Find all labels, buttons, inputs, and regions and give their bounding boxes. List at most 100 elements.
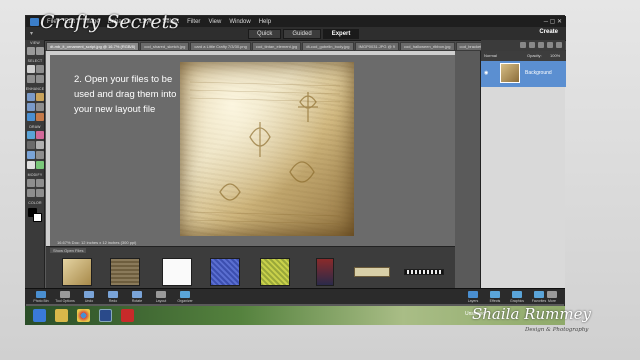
photo-bin-icon xyxy=(36,291,46,298)
doc-tab[interactable]: IMGP0031.JPG @ 9 xyxy=(354,42,400,51)
layout-button[interactable]: Layout xyxy=(149,290,173,304)
move-tool-icon[interactable] xyxy=(27,65,35,73)
ruler-vertical xyxy=(46,51,50,247)
thumbnail-label-banner[interactable] xyxy=(354,267,390,277)
panel-group-icon[interactable] xyxy=(529,42,535,48)
pencil-tool-icon[interactable] xyxy=(36,161,44,169)
photo-bin-button[interactable]: Photo Bin xyxy=(29,290,53,304)
layers-button[interactable]: Layers xyxy=(461,290,485,304)
thumbnail-vintage-paper[interactable] xyxy=(62,258,92,286)
photoshop-elements-icon[interactable] xyxy=(99,309,112,322)
eraser-tool-icon[interactable] xyxy=(36,131,44,139)
menu-help[interactable]: Help xyxy=(259,19,271,25)
gradient-tool-icon[interactable] xyxy=(36,141,44,149)
photo-bin-label: Photo Bin xyxy=(33,299,49,303)
lasso-tool-icon[interactable] xyxy=(27,75,35,83)
ie-icon[interactable] xyxy=(33,309,46,322)
undo-button[interactable]: Undo xyxy=(77,290,101,304)
photo-bin-dropdown[interactable]: Show Open Files xyxy=(50,248,87,253)
straighten-tool-icon[interactable] xyxy=(36,189,44,197)
effects-button[interactable]: Effects xyxy=(483,290,507,304)
sponge-tool-icon[interactable] xyxy=(36,113,44,121)
doc-tab[interactable]: dt-cod_gobelin_body.jpg xyxy=(302,42,354,51)
type-tool-icon[interactable] xyxy=(27,161,35,169)
toolbox-section-color: COLOR xyxy=(28,201,42,205)
menu-filter[interactable]: Filter xyxy=(187,19,200,25)
panel-trash-icon[interactable] xyxy=(556,42,562,48)
doc-tab[interactable]: card a Little Crafty 7/3/30.png xyxy=(190,42,251,51)
document-canvas-vintage-paper[interactable] xyxy=(180,62,354,236)
zoom-status: 16.67% Doc: 12 inches x 12 inches (300 p… xyxy=(57,240,137,245)
doc-tab[interactable]: dt-mb_it_ornament_script.jpg @ 16.7% (RG… xyxy=(46,42,140,51)
panel-new-layer-icon[interactable] xyxy=(520,42,526,48)
tab-quick[interactable]: Quick xyxy=(248,29,282,39)
eyedropper-tool-icon[interactable] xyxy=(36,151,44,159)
panel-lock-icon[interactable] xyxy=(547,42,553,48)
window-controls[interactable]: ─ ▢ ✕ xyxy=(544,18,562,25)
background-color-swatch[interactable] xyxy=(33,213,42,222)
redo-button[interactable]: Redo xyxy=(101,290,125,304)
open-menu-icon[interactable]: ▾ xyxy=(30,30,33,37)
toolbox-section-draw: DRAW xyxy=(29,125,41,129)
tab-expert[interactable]: Expert xyxy=(322,29,360,39)
tool-options-button[interactable]: Tool Options xyxy=(53,290,77,304)
graphics-button[interactable]: Graphics xyxy=(505,290,529,304)
doc-tab[interactable]: cod_shared_sketch.jpg xyxy=(140,42,190,51)
pdf-icon[interactable] xyxy=(121,309,134,322)
layout-icon xyxy=(156,291,166,298)
opacity-value[interactable]: 100% xyxy=(550,53,560,58)
organizer-label: Organizer xyxy=(177,299,193,303)
menu-view[interactable]: View xyxy=(208,19,221,25)
panel-fill-icon[interactable] xyxy=(538,42,544,48)
brush-tool-icon[interactable] xyxy=(27,131,35,139)
thumbnail-burlap[interactable] xyxy=(110,258,140,286)
marquee-tool-icon[interactable] xyxy=(36,65,44,73)
tool-options-icon xyxy=(60,291,70,298)
layers-panel: Normal Opacity: 100% ◉ Background xyxy=(480,51,566,288)
shape-tool-icon[interactable] xyxy=(27,151,35,159)
layer-name: Background xyxy=(525,70,552,76)
paint-bucket-tool-icon[interactable] xyxy=(27,141,35,149)
document-tabs: dt-mb_it_ornament_script.jpg @ 16.7% (RG… xyxy=(46,42,486,51)
spot-healing-tool-icon[interactable] xyxy=(36,93,44,101)
create-button[interactable]: Create xyxy=(539,29,558,35)
photo-bin: Show Open Files xyxy=(46,246,455,288)
folder-icon[interactable] xyxy=(55,309,68,322)
layer-visibility-icon[interactable]: ◉ xyxy=(484,70,488,76)
toolbox-section-view: VIEW xyxy=(30,41,40,45)
tab-guided[interactable]: Guided xyxy=(283,29,321,39)
layer-row-background[interactable]: ◉ Background xyxy=(481,61,566,87)
thumbnail-green-pattern[interactable] xyxy=(260,258,290,286)
toolbox-section-modify: MODIFY xyxy=(27,173,43,177)
thumbnail-piano-ribbon[interactable] xyxy=(404,269,444,275)
rotate-button[interactable]: Rotate xyxy=(125,290,149,304)
chrome-icon[interactable] xyxy=(77,309,90,322)
blend-mode-select[interactable]: Normal xyxy=(484,53,497,58)
thumbnail-blue-pattern[interactable] xyxy=(210,258,240,286)
watermark-subtitle: Design & Photography xyxy=(525,327,589,333)
clone-stamp-tool-icon[interactable] xyxy=(36,103,44,111)
red-eye-tool-icon[interactable] xyxy=(27,93,35,101)
menu-window[interactable]: Window xyxy=(229,19,250,25)
doc-tab[interactable]: cod_tintan_element.jpg xyxy=(251,42,302,51)
thumbnail-photo[interactable] xyxy=(316,258,334,286)
redo-icon xyxy=(108,291,118,298)
thumbnail-white-card[interactable] xyxy=(162,258,192,286)
effects-icon xyxy=(490,291,500,298)
organizer-button[interactable]: Organizer xyxy=(173,290,197,304)
smart-brush-tool-icon[interactable] xyxy=(27,103,35,111)
magic-wand-tool-icon[interactable] xyxy=(36,75,44,83)
zoom-tool-icon[interactable] xyxy=(27,47,35,55)
hand-tool-icon[interactable] xyxy=(36,47,44,55)
undo-label: Undo xyxy=(84,299,94,303)
content-aware-move-tool-icon[interactable] xyxy=(27,189,35,197)
doc-tab[interactable]: cod_halloween_ribbon.jpg xyxy=(400,42,455,51)
more-button[interactable]: More xyxy=(541,290,563,304)
recompose-tool-icon[interactable] xyxy=(36,179,44,187)
damask-pattern xyxy=(189,81,341,225)
mode-tabs: Quick Guided Expert xyxy=(248,29,360,39)
blur-tool-icon[interactable] xyxy=(27,113,35,121)
crop-tool-icon[interactable] xyxy=(27,179,35,187)
rotate-label: Rotate xyxy=(131,299,143,303)
ruler-horizontal xyxy=(46,51,455,55)
